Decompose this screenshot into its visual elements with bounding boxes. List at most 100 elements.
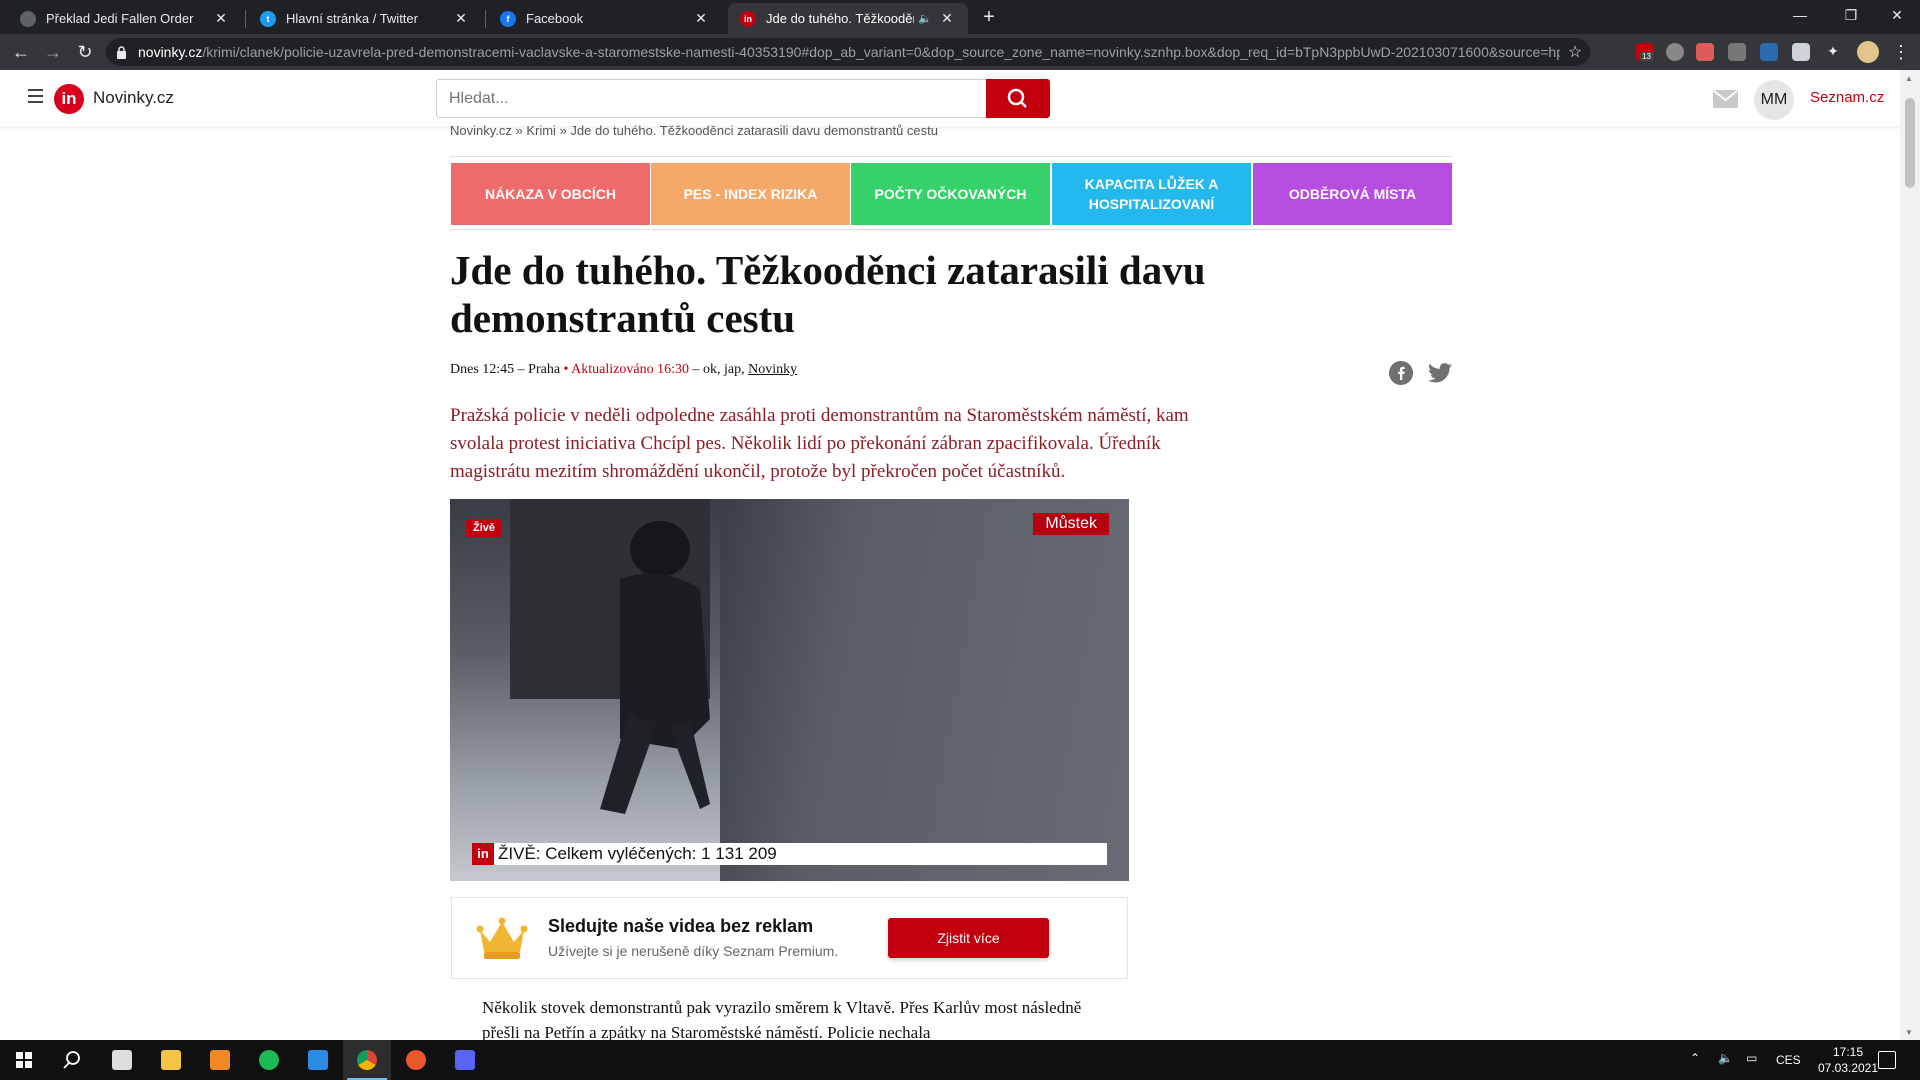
close-icon[interactable]: ✕	[938, 10, 956, 27]
tab-novinky-article[interactable]: in Jde do tuhého. Těžkooděnci 🔈 ✕	[728, 3, 968, 34]
site-header: in Novinky.cz MM Seznam.cz	[0, 70, 1900, 126]
tab-title: Hlavní stránka / Twitter	[286, 11, 418, 26]
updated-time: • Aktualizováno 16:30	[560, 362, 689, 377]
tab-separator	[485, 10, 486, 28]
search-taskbar-button[interactable]	[48, 1040, 96, 1080]
hamburger-menu-icon[interactable]	[28, 89, 43, 107]
close-icon[interactable]: ✕	[692, 10, 710, 27]
novinky-extension-icon[interactable]: 13	[1636, 43, 1654, 61]
notifications-icon[interactable]	[1878, 1051, 1896, 1069]
divider	[450, 156, 1451, 157]
explorer-taskbar-button[interactable]	[147, 1040, 195, 1080]
quick-link-testing-sites[interactable]: ODBĚROVÁ MÍSTA	[1253, 163, 1452, 225]
quick-link-pes-risk-index[interactable]: PES - INDEX RIZIKA	[651, 163, 850, 225]
video-frame-police-officer	[600, 521, 710, 814]
chevron-up-icon[interactable]: ⌃	[1690, 1051, 1700, 1065]
back-button[interactable]: ←	[10, 41, 32, 63]
article-byline: Dnes 12:45 – Praha • Aktualizováno 16:30…	[450, 362, 797, 378]
scrollbar-thumb[interactable]	[1905, 98, 1915, 188]
app-taskbar-button[interactable]	[392, 1040, 440, 1080]
authors: – ok, jap,	[689, 362, 749, 377]
quick-link-infection-in-towns[interactable]: NÁKAZA V OBCÍCH	[451, 163, 650, 225]
source-link[interactable]: Novinky	[748, 362, 797, 377]
video-location-label: Můstek	[1033, 513, 1109, 535]
extension-icon[interactable]	[1792, 43, 1810, 61]
search-icon	[1007, 88, 1027, 108]
bookmark-star-icon[interactable]: ☆	[1560, 42, 1590, 62]
sublime-taskbar-button[interactable]	[196, 1040, 244, 1080]
tab-title: Překlad Jedi Fallen Order	[46, 11, 194, 26]
quick-link-hospital-capacity[interactable]: KAPACITA LŮŽEK A HOSPITALIZOVANÍ	[1052, 163, 1251, 225]
lock-icon[interactable]	[116, 45, 130, 59]
video-player[interactable]: Živě Můstek in ŽIVĚ: Celkem vyléčených: …	[450, 499, 1129, 881]
search-input[interactable]	[436, 79, 987, 118]
extension-icon[interactable]	[1666, 43, 1684, 61]
discord-taskbar-button[interactable]	[441, 1040, 489, 1080]
forward-button[interactable]: →	[42, 41, 64, 63]
discord-icon	[455, 1050, 475, 1070]
facebook-icon: f	[500, 10, 516, 27]
video-frame-riot-shield	[720, 499, 1129, 881]
language-indicator[interactable]: CES	[1776, 1053, 1801, 1067]
url-host: novinky.cz	[138, 44, 203, 60]
tab-facebook[interactable]: f Facebook ✕	[488, 3, 722, 34]
url-path: /krimi/clanek/policie-uzavrela-pred-demo…	[202, 44, 1560, 60]
menu-kebab-icon[interactable]: ⋮	[1890, 41, 1912, 63]
volume-icon[interactable]: 🔈	[1718, 1051, 1733, 1065]
profile-avatar-icon[interactable]	[1857, 41, 1879, 63]
search-button[interactable]	[986, 79, 1050, 118]
vscode-taskbar-button[interactable]	[294, 1040, 342, 1080]
tab-twitter[interactable]: t Hlavní stránka / Twitter ✕	[248, 3, 482, 34]
quick-link-vaccinated-counts[interactable]: POČTY OČKOVANÝCH	[851, 163, 1050, 225]
user-avatar[interactable]: MM	[1754, 80, 1794, 120]
speaker-icon[interactable]: 🔈	[918, 12, 932, 25]
video-ticker: in ŽIVĚ: Celkem vyléčených: 1 131 209	[472, 843, 1107, 865]
breadcrumb[interactable]: Novinky.cz » Krimi » Jde do tuhého. Těžk…	[450, 123, 938, 138]
new-tab-button[interactable]: +	[977, 6, 1001, 30]
close-window-button[interactable]: ✕	[1874, 0, 1920, 30]
start-button[interactable]	[0, 1040, 48, 1080]
page-scrollbar[interactable]: ▲ ▼	[1900, 70, 1920, 1040]
close-icon[interactable]: ✕	[452, 10, 470, 27]
spotify-taskbar-button[interactable]	[245, 1040, 293, 1080]
sublime-text-icon	[210, 1050, 230, 1070]
address-bar[interactable]: novinky.cz /krimi/clanek/policie-uzavrel…	[106, 38, 1590, 66]
tab-title: Jde do tuhého. Těžkooděnci	[766, 11, 915, 26]
facebook-share-icon[interactable]	[1389, 361, 1413, 385]
promo-subtitle: Užívejte si je nerušeně díky Seznam Prem…	[548, 943, 839, 959]
restore-button[interactable]: ❐	[1828, 0, 1874, 30]
minimize-button[interactable]: —	[1777, 0, 1823, 30]
taskbar-clock[interactable]: 17:15 07.03.2021	[1816, 1044, 1880, 1076]
extension-badge: 13	[1640, 52, 1653, 61]
premium-promo-box: Sledujte naše videa bez reklam Užívejte …	[451, 897, 1128, 979]
extension-icon[interactable]	[1696, 43, 1714, 61]
extension-icon[interactable]	[1728, 43, 1746, 61]
tab-separator	[245, 10, 246, 28]
tab-jedi-translation[interactable]: Překlad Jedi Fallen Order ✕	[8, 3, 242, 34]
globe-icon	[20, 10, 36, 27]
store-taskbar-button[interactable]	[98, 1040, 146, 1080]
scroll-down-icon[interactable]: ▼	[1905, 1028, 1913, 1037]
scroll-up-icon[interactable]: ▲	[1905, 74, 1913, 83]
publish-time: Dnes 12:45 – Praha	[450, 362, 561, 377]
crown-icon	[476, 917, 528, 959]
clock-time: 17:15	[1832, 1045, 1864, 1059]
twitter-share-icon[interactable]	[1428, 362, 1452, 384]
network-icon[interactable]: ▭	[1746, 1051, 1757, 1065]
twitter-icon: t	[260, 10, 276, 27]
site-brand[interactable]: Novinky.cz	[93, 88, 174, 108]
close-icon[interactable]: ✕	[212, 10, 230, 27]
seznam-link[interactable]: Seznam.cz	[1810, 89, 1884, 106]
puzzle-extensions-icon[interactable]: ✦	[1824, 43, 1842, 61]
extension-icon[interactable]	[1760, 43, 1778, 61]
learn-more-button[interactable]: Zjistit více	[888, 918, 1049, 958]
chrome-taskbar-button[interactable]	[343, 1040, 391, 1080]
reload-button[interactable]: ↻	[74, 41, 96, 63]
novinky-logo[interactable]: in	[54, 84, 84, 114]
mail-icon[interactable]	[1713, 90, 1738, 108]
vscode-icon	[308, 1050, 328, 1070]
ticker-text: ŽIVĚ: Celkem vyléčených: 1 131 209	[498, 844, 777, 863]
live-badge: Živě	[466, 519, 503, 537]
ticker-logo: in	[472, 843, 494, 865]
tab-title: Facebook	[526, 11, 584, 26]
